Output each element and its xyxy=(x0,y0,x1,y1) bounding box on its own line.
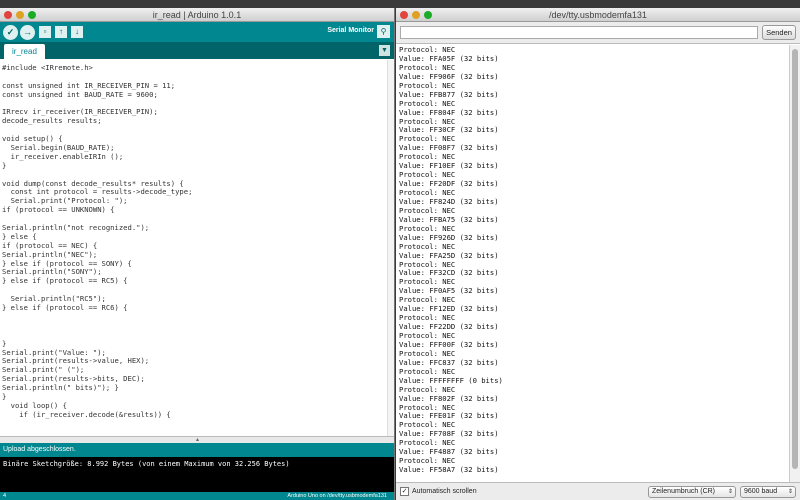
tab-menu-button[interactable]: ▼ xyxy=(379,45,390,56)
serial-output-line: Value: FF08F7 (32 bits) xyxy=(399,143,499,153)
verify-button[interactable]: ✓ xyxy=(3,24,18,40)
arrow-right-icon: → xyxy=(23,26,32,37)
ide-footer: 4 Arduino Uno on /dev/tty.usbmodemfa131 xyxy=(0,492,394,500)
autoscroll-checkbox[interactable]: ✓ xyxy=(400,487,409,496)
new-sketch-button[interactable]: ▫ xyxy=(39,26,51,38)
serial-output-line: Value: FF20DF (32 bits) xyxy=(399,179,499,189)
line-ending-select[interactable]: Zeilenumbruch (CR) ⇕ xyxy=(648,486,736,498)
serial-send-input[interactable] xyxy=(400,26,758,39)
editor-scrollbar[interactable] xyxy=(387,60,394,436)
serial-output-line: Value: FF804F (32 bits) xyxy=(399,107,499,117)
code-line: decode_results results; xyxy=(2,116,102,126)
serial-output-line: Value: FF926D (32 bits) xyxy=(399,232,499,242)
serial-output-line: Value: FFBA75 (32 bits) xyxy=(399,214,499,224)
baud-rate-value: 9600 baud xyxy=(744,488,778,495)
serial-output: Protocol: NEC Value: FFA05F (32 bits) Prot… xyxy=(396,45,789,482)
serial-monitor-window: /dev/tty.usbmodemfa131 Senden Protocol: … xyxy=(396,8,800,500)
serial-output-line: Value: FF10EF (32 bits) xyxy=(399,161,499,171)
serial-output-line: Value: FF4887 (32 bits) xyxy=(399,447,499,457)
serial-window-title: /dev/tty.usbmodemfa131 xyxy=(549,10,647,20)
console-output: Binäre Sketchgröße: 8.992 Bytes (von ein… xyxy=(0,457,394,492)
serial-scrollbar[interactable] xyxy=(789,45,800,482)
serial-output-line: Value: FFE01F (32 bits) xyxy=(399,411,499,421)
save-sketch-button[interactable]: ↓ xyxy=(71,26,83,38)
code-line: if (ir_receiver.decode(&results)) { xyxy=(2,409,171,419)
serial-output-line: Value: FF32CD (32 bits) xyxy=(399,268,499,278)
pane-divider[interactable]: ▴ xyxy=(0,436,394,443)
upload-button[interactable]: → xyxy=(20,24,35,40)
code-line: } else if (protocol == RC5) { xyxy=(2,276,128,286)
tab-ir-read[interactable]: ir_read xyxy=(4,44,45,59)
checkmark-icon: ✓ xyxy=(6,26,15,37)
serial-monitor-button[interactable]: ⚲ xyxy=(377,25,390,38)
serial-output-line: Value: FF12ED (32 bits) xyxy=(399,304,499,314)
ide-toolbar: ✓ → ▫ ↑ ↓ Serial Monitor ⚲ xyxy=(0,22,394,42)
serial-output-line: Value: FFFFFFFF (0 bits) xyxy=(399,375,503,385)
serial-output-line: Value: FF0AF5 (32 bits) xyxy=(399,286,499,296)
arduino-ide-window: ir_read | Arduino 1.0.1 ✓ → ▫ ↑ ↓ Serial… xyxy=(0,8,395,500)
serial-output-line: Value: FF58A7 (32 bits) xyxy=(399,465,499,475)
serial-output-line: Value: FF802F (32 bits) xyxy=(399,393,499,403)
serial-titlebar: /dev/tty.usbmodemfa131 xyxy=(396,8,800,22)
serial-output-line: Value: FFB877 (32 bits) xyxy=(399,89,499,99)
serial-input-row: Senden xyxy=(396,22,800,44)
serial-output-line: Value: FF30CF (32 bits) xyxy=(399,125,499,135)
serial-output-line: Value: FF708F (32 bits) xyxy=(399,429,499,439)
autoscroll-label: Automatisch scrollen xyxy=(412,488,477,495)
ide-window-title: ir_read | Arduino 1.0.1 xyxy=(152,10,242,20)
serial-output-line: Value: FFC837 (32 bits) xyxy=(399,357,499,367)
baud-rate-select[interactable]: 9600 baud ⇕ xyxy=(740,486,796,498)
serial-bottom-bar: ✓ Automatisch scrollen Zeilenumbruch (CR… xyxy=(396,482,800,500)
select-arrows-icon: ⇕ xyxy=(727,489,733,495)
scrollbar-thumb[interactable] xyxy=(792,49,798,469)
board-port-info: Arduino Uno on /dev/tty.usbmodemfa131 xyxy=(287,493,387,499)
line-ending-value: Zeilenumbruch (CR) xyxy=(652,488,716,495)
magnifier-icon: ⚲ xyxy=(380,27,387,36)
serial-output-line: Value: FFA05F (32 bits) xyxy=(399,53,499,63)
serial-output-line: Value: FF824D (32 bits) xyxy=(399,196,499,206)
code-line: } xyxy=(2,160,7,170)
open-sketch-button[interactable]: ↑ xyxy=(55,26,67,38)
sketch-tabbar: ir_read ▼ xyxy=(0,42,394,59)
code-line: Serial.println("not recognized."); xyxy=(2,223,150,233)
code-line: #include <IRremote.h> xyxy=(2,63,93,72)
arrow-down-icon: ↓ xyxy=(75,27,79,36)
send-button[interactable]: Senden xyxy=(762,25,796,40)
new-file-icon: ▫ xyxy=(43,27,47,36)
serial-output-line: Value: FFA25D (32 bits) xyxy=(399,250,499,260)
serial-output-line: Value: FF22DD (32 bits) xyxy=(399,322,499,332)
serial-output-line: Value: FF906F (32 bits) xyxy=(399,71,499,81)
status-bar: Upload abgeschlossen. xyxy=(0,443,394,457)
code-line: } else if (protocol == RC6) { xyxy=(2,303,128,313)
code-line: if (protocol == UNKNOWN) { xyxy=(2,205,115,215)
ide-titlebar: ir_read | Arduino 1.0.1 xyxy=(0,8,394,22)
select-arrows-icon: ⇕ xyxy=(787,489,793,495)
serial-output-line: Value: FFF00F (32 bits) xyxy=(399,339,499,349)
code-editor[interactable]: #include <IRremote.h> const unsigned int … xyxy=(0,60,386,436)
code-line: const unsigned int BAUD_RATE = 9600; xyxy=(2,89,158,99)
code-line: ir_receiver.enableIRIn (); xyxy=(2,151,124,161)
checkmark-icon: ✓ xyxy=(401,488,408,495)
serial-monitor-label: Serial Monitor xyxy=(327,27,374,34)
arrow-up-icon: ↑ xyxy=(59,27,63,36)
line-number: 4 xyxy=(3,493,7,499)
code-line: Serial.println(" bits)"); } xyxy=(2,383,119,393)
autoscroll-toggle[interactable]: ✓ Automatisch scrollen xyxy=(400,487,477,496)
chevron-down-icon: ▼ xyxy=(381,47,388,54)
